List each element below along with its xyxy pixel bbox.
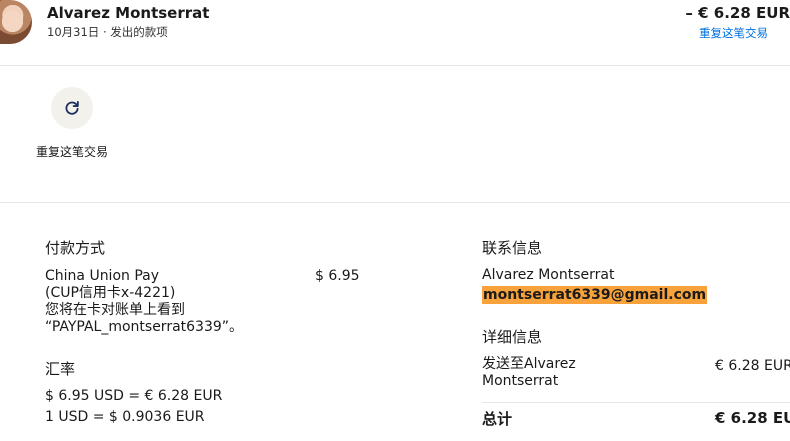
payment-method-line: (CUP信用卡x-4221)	[45, 285, 176, 301]
payee-name: Alvarez Montserrat	[47, 4, 210, 22]
transaction-date: 10月31日	[47, 25, 100, 39]
payment-column: 付款方式 China Union Pay (CUP信用卡x-4221) 您将在卡…	[45, 237, 375, 428]
details-title: 详细信息	[482, 328, 543, 346]
contact-email[interactable]: montserrat6339@gmail.com	[482, 286, 708, 304]
payment-method-line: China Union Pay	[45, 268, 160, 284]
payment-method-row: China Union Pay (CUP信用卡x-4221) 您将在卡对账单上看…	[45, 268, 375, 336]
exchange-rate-title: 汇率	[45, 360, 76, 378]
sent-to-label: 发送至Alvarez Montserrat	[482, 356, 576, 389]
repeat-transaction-link[interactable]: 重复这笔交易	[699, 25, 768, 41]
exchange-rate-line: 1 USD = $ 0.9036 EUR	[45, 409, 205, 425]
exchange-rate-block: $ 6.95 USD = € 6.28 EUR 1 USD = $ 0.9036…	[45, 386, 375, 428]
exchange-rate-line: $ 6.95 USD = € 6.28 EUR	[45, 388, 223, 404]
contact-name: Alvarez Montserrat	[482, 267, 615, 283]
total-label: 总计	[482, 410, 513, 428]
total-amount: € 6.28 EUR	[715, 409, 790, 427]
repeat-transaction-button[interactable]: 重复这笔交易	[36, 87, 108, 161]
avatar	[0, 0, 32, 44]
transaction-header: Alvarez Montserrat 10月31日 · 发出的款项 – € 6.…	[0, 0, 790, 66]
detail-row: 发送至Alvarez Montserrat € 6.28 EUR	[482, 356, 790, 394]
refresh-icon	[65, 100, 79, 115]
transaction-subline: 10月31日 · 发出的款项	[47, 24, 168, 40]
repeat-icon-circle[interactable]	[51, 87, 93, 129]
repeat-transaction-label: 重复这笔交易	[36, 145, 109, 159]
separator-dot: ·	[102, 25, 107, 39]
payment-method-line: “PAYPAL_montserrat6339”。	[45, 319, 244, 335]
payment-method-text: China Union Pay (CUP信用卡x-4221) 您将在卡对账单上看…	[45, 268, 295, 336]
payment-method-line: 您将在卡对账单上看到	[45, 302, 185, 318]
total-row: 总计 € 6.28 EUR	[482, 402, 790, 428]
contact-info-title: 联系信息	[482, 239, 543, 257]
sent-amount: € 6.28 EUR	[715, 358, 790, 374]
payment-method-title: 付款方式	[45, 239, 106, 257]
actions-bar: 重复这笔交易	[0, 67, 790, 203]
transaction-amount: – € 6.28 EUR	[685, 4, 790, 22]
info-column: 联系信息 Alvarez Montserrat montserrat6339@g…	[482, 237, 790, 428]
payment-method-amount: $ 6.95	[315, 268, 360, 284]
transaction-type: 发出的款项	[110, 25, 168, 39]
